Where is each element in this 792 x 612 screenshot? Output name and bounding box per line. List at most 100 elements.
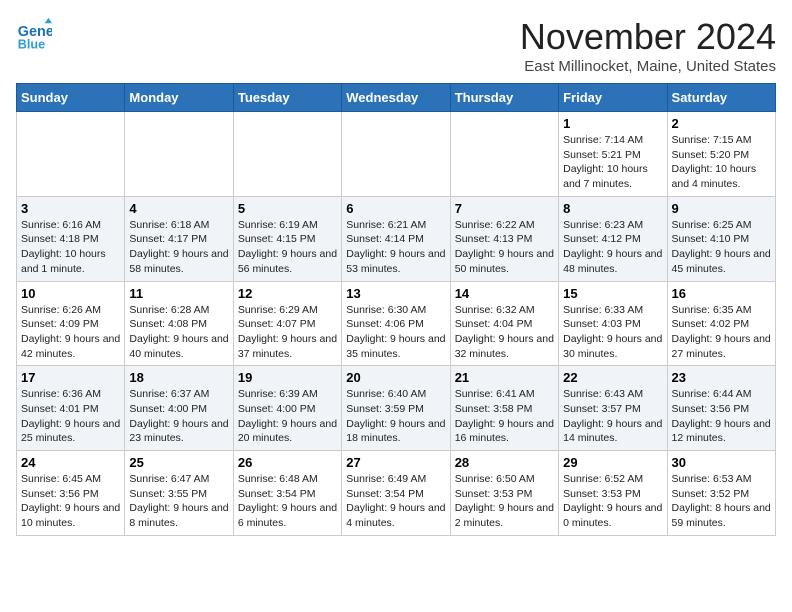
calendar-cell: 6 Sunrise: 6:21 AM Sunset: 4:14 PM Daylig… [342,196,450,281]
calendar-cell: 5 Sunrise: 6:19 AM Sunset: 4:15 PM Daylig… [233,196,341,281]
day-info: Sunrise: 6:45 AM Sunset: 3:56 PM Dayligh… [21,472,120,531]
calendar-day-header: Friday [559,84,667,112]
day-number: 24 [21,455,120,470]
calendar-week-row: 3 Sunrise: 6:16 AM Sunset: 4:18 PM Daylig… [17,196,776,281]
month-title: November 2024 [520,16,776,58]
calendar-cell: 8 Sunrise: 6:23 AM Sunset: 4:12 PM Daylig… [559,196,667,281]
day-number: 15 [563,286,662,301]
calendar-cell: 19 Sunrise: 6:39 AM Sunset: 4:00 PM Dayli… [233,366,341,451]
day-info: Sunrise: 6:25 AM Sunset: 4:10 PM Dayligh… [672,218,771,277]
day-number: 6 [346,201,445,216]
calendar-cell: 11 Sunrise: 6:28 AM Sunset: 4:08 PM Dayli… [125,281,233,366]
day-number: 4 [129,201,228,216]
day-info: Sunrise: 6:23 AM Sunset: 4:12 PM Dayligh… [563,218,662,277]
day-info: Sunrise: 6:29 AM Sunset: 4:07 PM Dayligh… [238,303,337,362]
calendar-cell: 27Sunrise: 6:49 AM Sunset: 3:54 PM Dayli… [342,451,450,536]
calendar-cell: 4Sunrise: 6:18 AM Sunset: 4:17 PM Daylig… [125,196,233,281]
calendar-cell: 26 Sunrise: 6:48 AM Sunset: 3:54 PM Dayli… [233,451,341,536]
page-header: General Blue November 2024 East Millinoc… [16,16,776,75]
day-info: Sunrise: 6:37 AM Sunset: 4:00 PM Dayligh… [129,387,228,446]
calendar-cell: 2Sunrise: 7:15 AM Sunset: 5:20 PM Daylig… [667,112,775,197]
day-number: 7 [455,201,554,216]
day-number: 16 [672,286,771,301]
day-number: 30 [672,455,771,470]
day-number: 12 [238,286,337,301]
calendar-cell [450,112,558,197]
day-number: 18 [129,370,228,385]
day-info: Sunrise: 6:49 AM Sunset: 3:54 PM Dayligh… [346,472,445,531]
day-number: 8 [563,201,662,216]
day-info: Sunrise: 6:43 AM Sunset: 3:57 PM Dayligh… [563,387,662,446]
day-info: Sunrise: 6:41 AM Sunset: 3:58 PM Dayligh… [455,387,554,446]
day-number: 5 [238,201,337,216]
calendar-week-row: 17 Sunrise: 6:36 AM Sunset: 4:01 PM Dayli… [17,366,776,451]
calendar-cell: 1 Sunrise: 7:14 AM Sunset: 5:21 PM Daylig… [559,112,667,197]
day-info: Sunrise: 6:50 AM Sunset: 3:53 PM Dayligh… [455,472,554,531]
calendar-cell: 10 Sunrise: 6:26 AM Sunset: 4:09 PM Dayli… [17,281,125,366]
day-info: Sunrise: 6:32 AM Sunset: 4:04 PM Dayligh… [455,303,554,362]
day-number: 20 [346,370,445,385]
day-number: 23 [672,370,771,385]
day-info: Sunrise: 6:36 AM Sunset: 4:01 PM Dayligh… [21,387,120,446]
calendar-day-header: Sunday [17,84,125,112]
calendar-cell: 14 Sunrise: 6:32 AM Sunset: 4:04 PM Dayli… [450,281,558,366]
calendar-cell: 22 Sunrise: 6:43 AM Sunset: 3:57 PM Dayli… [559,366,667,451]
day-info: Sunrise: 6:21 AM Sunset: 4:14 PM Dayligh… [346,218,445,277]
day-number: 11 [129,286,228,301]
calendar-cell: 28Sunrise: 6:50 AM Sunset: 3:53 PM Dayli… [450,451,558,536]
calendar-day-header: Tuesday [233,84,341,112]
calendar-cell [17,112,125,197]
day-info: Sunrise: 6:19 AM Sunset: 4:15 PM Dayligh… [238,218,337,277]
calendar-cell: 30Sunrise: 6:53 AM Sunset: 3:52 PM Dayli… [667,451,775,536]
day-info: Sunrise: 6:35 AM Sunset: 4:02 PM Dayligh… [672,303,771,362]
calendar-day-header: Saturday [667,84,775,112]
calendar-cell: 24 Sunrise: 6:45 AM Sunset: 3:56 PM Dayli… [17,451,125,536]
day-number: 1 [563,116,662,131]
day-info: Sunrise: 6:48 AM Sunset: 3:54 PM Dayligh… [238,472,337,531]
day-info: Sunrise: 6:40 AM Sunset: 3:59 PM Dayligh… [346,387,445,446]
calendar-cell: 20 Sunrise: 6:40 AM Sunset: 3:59 PM Dayli… [342,366,450,451]
calendar-cell [125,112,233,197]
calendar-cell: 3 Sunrise: 6:16 AM Sunset: 4:18 PM Daylig… [17,196,125,281]
day-info: Sunrise: 6:47 AM Sunset: 3:55 PM Dayligh… [129,472,228,531]
calendar-cell [233,112,341,197]
day-number: 10 [21,286,120,301]
calendar-cell: 9 Sunrise: 6:25 AM Sunset: 4:10 PM Daylig… [667,196,775,281]
calendar-cell: 13Sunrise: 6:30 AM Sunset: 4:06 PM Dayli… [342,281,450,366]
calendar-cell: 7 Sunrise: 6:22 AM Sunset: 4:13 PM Daylig… [450,196,558,281]
day-number: 22 [563,370,662,385]
calendar-cell [342,112,450,197]
calendar-cell: 29Sunrise: 6:52 AM Sunset: 3:53 PM Dayli… [559,451,667,536]
calendar-cell: 12 Sunrise: 6:29 AM Sunset: 4:07 PM Dayli… [233,281,341,366]
day-number: 21 [455,370,554,385]
calendar-table: SundayMondayTuesdayWednesdayThursdayFrid… [16,83,776,536]
day-number: 13 [346,286,445,301]
day-number: 25 [129,455,228,470]
day-info: Sunrise: 6:22 AM Sunset: 4:13 PM Dayligh… [455,218,554,277]
calendar-cell: 21 Sunrise: 6:41 AM Sunset: 3:58 PM Dayli… [450,366,558,451]
calendar-cell: 23 Sunrise: 6:44 AM Sunset: 3:56 PM Dayli… [667,366,775,451]
day-info: Sunrise: 6:26 AM Sunset: 4:09 PM Dayligh… [21,303,120,362]
calendar-cell: 17 Sunrise: 6:36 AM Sunset: 4:01 PM Dayli… [17,366,125,451]
calendar-week-row: 1 Sunrise: 7:14 AM Sunset: 5:21 PM Daylig… [17,112,776,197]
day-info: Sunrise: 6:39 AM Sunset: 4:00 PM Dayligh… [238,387,337,446]
day-info: Sunrise: 6:52 AM Sunset: 3:53 PM Dayligh… [563,472,662,531]
day-number: 26 [238,455,337,470]
day-info: Sunrise: 7:15 AM Sunset: 5:20 PM Dayligh… [672,133,771,192]
calendar-body: 1 Sunrise: 7:14 AM Sunset: 5:21 PM Daylig… [17,112,776,536]
day-info: Sunrise: 6:28 AM Sunset: 4:08 PM Dayligh… [129,303,228,362]
day-number: 14 [455,286,554,301]
day-number: 9 [672,201,771,216]
calendar-day-header: Thursday [450,84,558,112]
day-info: Sunrise: 6:44 AM Sunset: 3:56 PM Dayligh… [672,387,771,446]
day-number: 19 [238,370,337,385]
day-number: 17 [21,370,120,385]
day-number: 3 [21,201,120,216]
calendar-cell: 16 Sunrise: 6:35 AM Sunset: 4:02 PM Dayli… [667,281,775,366]
day-info: Sunrise: 7:14 AM Sunset: 5:21 PM Dayligh… [563,133,662,192]
calendar-week-row: 10 Sunrise: 6:26 AM Sunset: 4:09 PM Dayli… [17,281,776,366]
svg-text:Blue: Blue [18,37,45,51]
logo-icon: General Blue [16,16,52,52]
day-info: Sunrise: 6:16 AM Sunset: 4:18 PM Dayligh… [21,218,120,277]
calendar-cell: 25 Sunrise: 6:47 AM Sunset: 3:55 PM Dayli… [125,451,233,536]
